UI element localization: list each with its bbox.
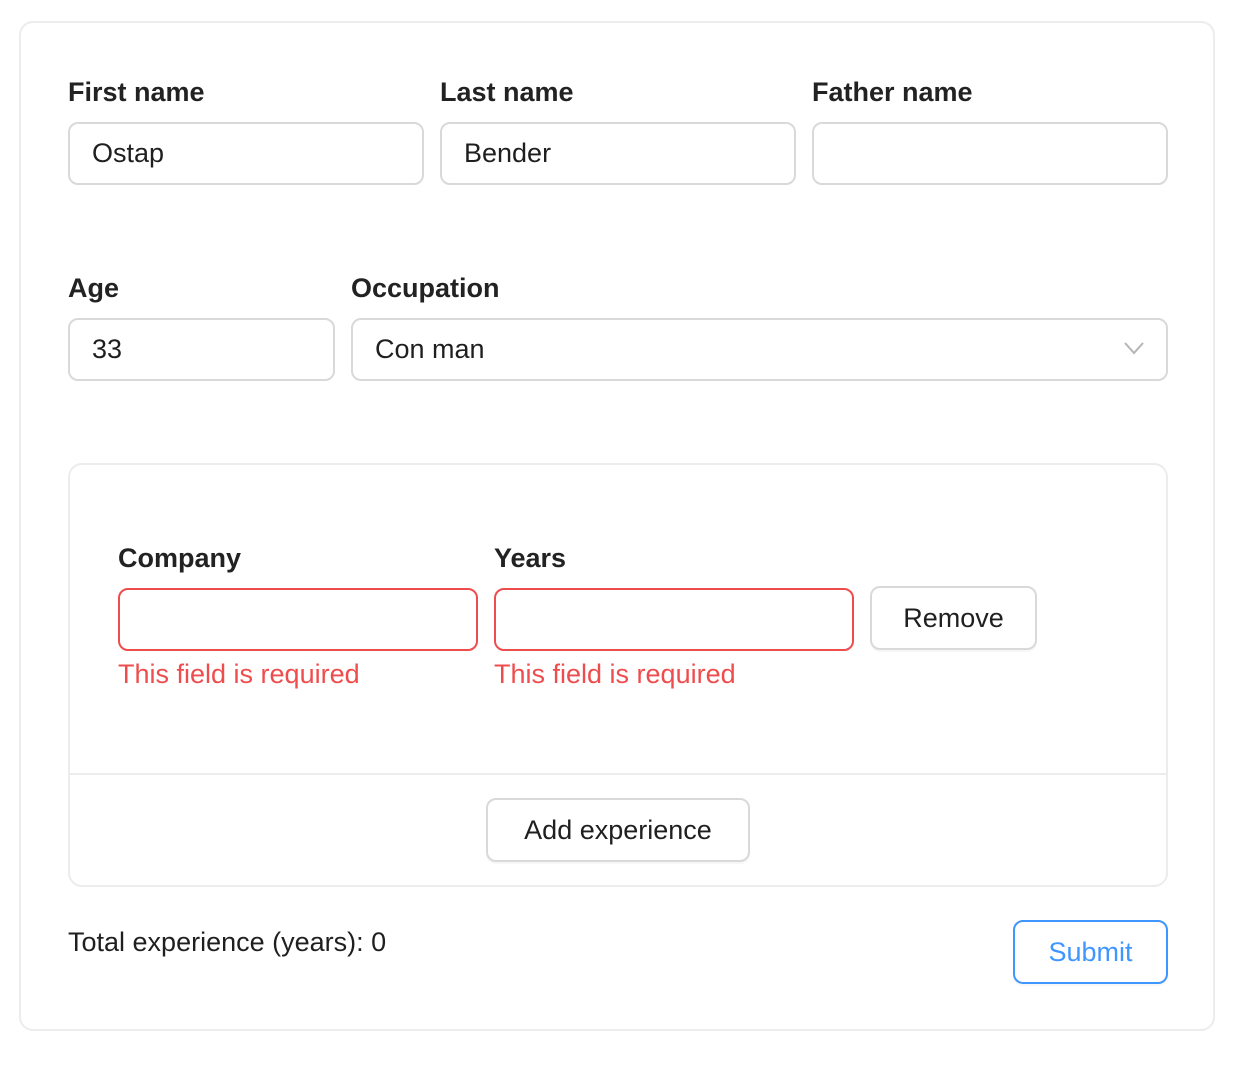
experience-divider bbox=[70, 773, 1166, 775]
add-experience-button[interactable]: Add experience bbox=[486, 798, 750, 862]
years-input[interactable] bbox=[494, 588, 854, 651]
chevron-down-icon bbox=[1124, 342, 1144, 355]
father-name-label: Father name bbox=[812, 77, 973, 107]
years-label: Years bbox=[494, 543, 567, 573]
last-name-input[interactable]: Bender bbox=[440, 122, 796, 185]
first-name-input[interactable]: Ostap bbox=[68, 122, 424, 185]
first-name-label: First name bbox=[68, 77, 205, 107]
occupation-select[interactable]: Con man bbox=[351, 318, 1168, 381]
remove-experience-button[interactable]: Remove bbox=[870, 586, 1037, 650]
company-input[interactable] bbox=[118, 588, 478, 651]
occupation-selected-value: Con man bbox=[375, 334, 485, 364]
occupation-label: Occupation bbox=[351, 273, 500, 303]
father-name-input[interactable] bbox=[812, 122, 1168, 185]
company-label: Company bbox=[118, 543, 242, 573]
last-name-label: Last name bbox=[440, 77, 574, 107]
age-label: Age bbox=[68, 273, 120, 303]
age-input[interactable]: 33 bbox=[68, 318, 335, 381]
years-error-message: This field is required bbox=[494, 659, 736, 689]
submit-button[interactable]: Submit bbox=[1013, 920, 1168, 984]
company-error-message: This field is required bbox=[118, 659, 360, 689]
total-experience-text: Total experience (years): 0 bbox=[68, 927, 387, 957]
